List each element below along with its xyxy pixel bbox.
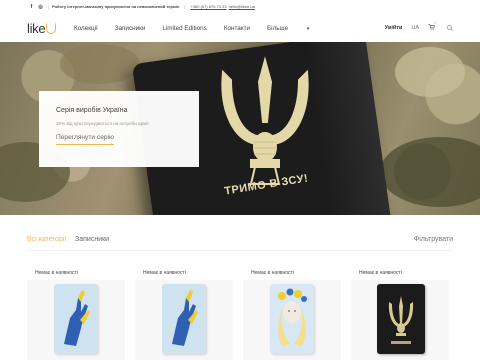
- search-button[interactable]: [447, 25, 453, 31]
- product-image[interactable]: [351, 280, 449, 360]
- promo-subtitle: 20% від ціни передаються на потреби армі…: [56, 121, 149, 126]
- trident-emblem-icon: [388, 296, 414, 344]
- instagram-icon[interactable]: ◎: [36, 4, 45, 10]
- nav-item-more[interactable]: Більше ▾: [267, 25, 326, 32]
- main-nav: Колекції Записники Limited Editions Конт…: [74, 13, 343, 43]
- email-link[interactable]: hello@likee.ua: [229, 4, 255, 9]
- nav-item-contacts[interactable]: Контакти: [224, 25, 250, 32]
- divider: [27, 250, 453, 251]
- login-link[interactable]: Увійти: [385, 25, 403, 31]
- store-notice: Роботу інтернет-магазину призупинено на …: [52, 4, 180, 9]
- availability-status: Немає в наявності: [251, 270, 294, 276]
- nav-item-collections[interactable]: Колекції: [74, 25, 98, 32]
- product-card[interactable]: Немає в наявності: [135, 270, 233, 360]
- logo[interactable]: like: [27, 21, 57, 36]
- notebook-cover: [270, 284, 314, 354]
- view-series-link[interactable]: Переглянути серію: [56, 134, 114, 145]
- camo-pattern: [395, 47, 465, 97]
- divider: |: [48, 4, 50, 9]
- product-image[interactable]: [27, 280, 125, 360]
- hand-heart-illustration: [64, 290, 90, 346]
- divider: |: [184, 4, 186, 9]
- product-grid: Немає в наявності Немає в наявності Нема…: [0, 270, 480, 360]
- product-card[interactable]: Немає в наявності: [243, 270, 341, 360]
- camo-pattern: [60, 44, 140, 84]
- notebook-cover: [54, 284, 98, 354]
- search-icon: [447, 25, 453, 31]
- product-card[interactable]: Немає в наявності: [27, 270, 125, 360]
- cart-count-badge: 0: [434, 21, 436, 25]
- chevron-down-icon: ▾: [306, 25, 310, 32]
- site-header: like Колекції Записники Limited Editions…: [0, 13, 480, 43]
- notebook-cover: [162, 284, 206, 354]
- product-image[interactable]: [243, 280, 341, 360]
- promo-title: Серія виробів Україна: [56, 107, 128, 114]
- header-actions: Увійти UA 0: [385, 13, 453, 43]
- product-image[interactable]: [135, 280, 233, 360]
- hero-banner: ТРИМО В ЗСУ! Серія виробів Україна 20% в…: [0, 42, 480, 215]
- availability-status: Немає в наявності: [359, 270, 402, 276]
- phone-link[interactable]: +380 (67) 676 74 33: [190, 4, 226, 9]
- category-notebooks[interactable]: Записники: [75, 236, 109, 243]
- nav-item-more-label: Більше: [267, 24, 289, 32]
- filter-button[interactable]: Фільтрувати: [414, 236, 453, 243]
- language-switch[interactable]: UA: [411, 25, 419, 31]
- girl-with-flowers-illustration: [278, 288, 307, 346]
- facebook-icon[interactable]: f: [27, 4, 36, 10]
- cart-button[interactable]: 0: [428, 21, 436, 32]
- hand-heart-illustration: [172, 290, 198, 346]
- product-card[interactable]: Немає в наявності: [351, 270, 449, 360]
- logo-text: like: [27, 21, 46, 36]
- logo-mark-icon: [46, 23, 57, 34]
- notebook-cover: [377, 284, 425, 354]
- top-bar: f ◎ | Роботу інтернет-магазину призупине…: [0, 0, 480, 13]
- promo-card: Серія виробів Україна 20% від ціни перед…: [39, 91, 199, 167]
- category-filter-row: Всі категорії Записники Фільтрувати: [0, 233, 480, 251]
- camo-pattern: [380, 137, 480, 207]
- nav-item-notebooks[interactable]: Записники: [115, 25, 146, 32]
- availability-status: Немає в наявності: [143, 270, 186, 276]
- category-all[interactable]: Всі категорії: [27, 236, 66, 243]
- availability-status: Немає в наявності: [35, 270, 78, 276]
- nav-item-limited-editions[interactable]: Limited Editions: [162, 25, 206, 32]
